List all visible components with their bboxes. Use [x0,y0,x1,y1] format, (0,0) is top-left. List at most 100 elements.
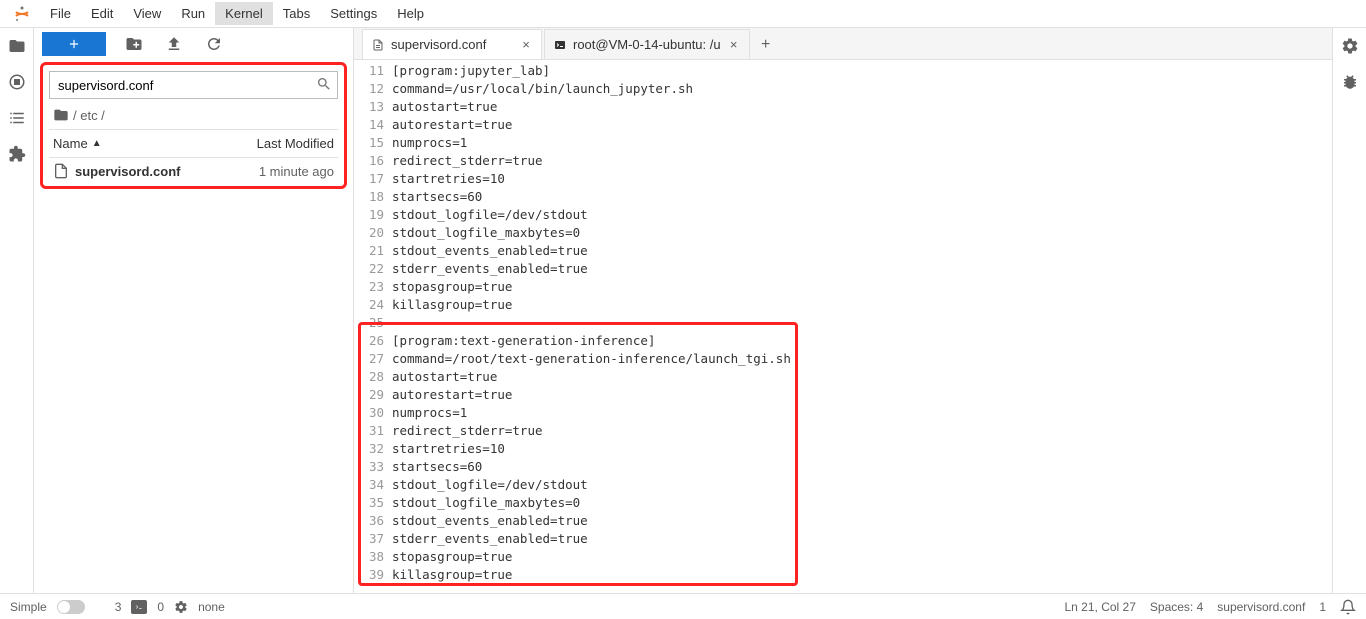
tab-label: root@VM-0-14-ubuntu: /u [573,37,721,52]
code-line[interactable]: 32startretries=10 [354,440,1332,458]
gear-icon[interactable] [174,600,188,614]
status-count-2[interactable]: 0 [157,600,164,614]
line-number: 36 [354,512,392,530]
bell-icon[interactable] [1340,599,1356,615]
line-number: 27 [354,350,392,368]
line-number: 23 [354,278,392,296]
code-line[interactable]: 12command=/usr/local/bin/launch_jupyter.… [354,80,1332,98]
header-modified-column[interactable]: Last Modified [218,130,338,157]
status-count-1[interactable]: 3 [115,600,122,614]
simple-mode-toggle[interactable] [57,600,85,614]
code-line[interactable]: 33startsecs=60 [354,458,1332,476]
menu-edit[interactable]: Edit [81,2,123,25]
filter-box [49,71,338,99]
kernel-status[interactable]: none [198,600,225,614]
tab-1[interactable]: root@VM-0-14-ubuntu: /u × [544,29,750,59]
spaces-indicator[interactable]: Spaces: 4 [1150,600,1203,614]
highlight-box-filebrowser: / etc / Name ▲ Last Modified supervisord… [40,62,347,189]
new-launcher-button[interactable] [42,32,106,56]
line-number: 38 [354,548,392,566]
code-line[interactable]: 16redirect_stderr=true [354,152,1332,170]
line-text: autostart=true [392,368,1332,386]
menu-kernel[interactable]: Kernel [215,2,273,25]
code-line[interactable]: 28autostart=true [354,368,1332,386]
cursor-position[interactable]: Ln 21, Col 27 [1065,600,1136,614]
simple-mode-label: Simple [10,600,47,614]
filename-status: supervisord.conf [1217,600,1305,614]
code-line[interactable]: 15numprocs=1 [354,134,1332,152]
code-line[interactable]: 38stopasgroup=true [354,548,1332,566]
code-line[interactable]: 37stderr_events_enabled=true [354,530,1332,548]
extensions-icon[interactable] [7,144,27,164]
code-line[interactable]: 17startretries=10 [354,170,1332,188]
terminal-badge-icon[interactable] [131,600,147,614]
line-number: 31 [354,422,392,440]
close-icon[interactable]: × [519,38,533,52]
line-text: [program:text-generation-inference] [392,332,1332,350]
terminal-icon [553,38,567,52]
menu-settings[interactable]: Settings [320,2,387,25]
code-line[interactable]: 27command=/root/text-generation-inferenc… [354,350,1332,368]
upload-icon[interactable] [162,32,186,56]
code-line[interactable]: 39killasgroup=true [354,566,1332,584]
code-line[interactable]: 23stopasgroup=true [354,278,1332,296]
tab-0[interactable]: supervisord.conf × [362,29,542,59]
line-text: stopasgroup=true [392,548,1332,566]
line-text: stdout_logfile_maxbytes=0 [392,224,1332,242]
code-line[interactable]: 30numprocs=1 [354,404,1332,422]
line-text: killasgroup=true [392,296,1332,314]
code-line[interactable]: 24killasgroup=true [354,296,1332,314]
line-text: stdout_events_enabled=true [392,512,1332,530]
menu-view[interactable]: View [123,2,171,25]
code-line[interactable]: 26[program:text-generation-inference] [354,332,1332,350]
line-text: stderr_events_enabled=true [392,260,1332,278]
code-line[interactable]: 22stderr_events_enabled=true [354,260,1332,278]
toc-icon[interactable] [7,108,27,128]
filter-input[interactable] [49,71,338,99]
line-number: 35 [354,494,392,512]
menu-bar: FileEditViewRunKernelTabsSettingsHelp [0,0,1366,28]
menu-tabs[interactable]: Tabs [273,2,320,25]
breadcrumb[interactable]: / etc / [49,99,338,129]
file-name: supervisord.conf [75,164,214,179]
refresh-icon[interactable] [202,32,226,56]
menu-run[interactable]: Run [171,2,215,25]
file-row[interactable]: supervisord.conf 1 minute ago [49,158,338,184]
code-line[interactable]: 19stdout_logfile=/dev/stdout [354,206,1332,224]
running-icon[interactable] [7,72,27,92]
property-inspector-icon[interactable] [1340,36,1360,56]
notification-count[interactable]: 1 [1319,600,1326,614]
code-line[interactable]: 21stdout_events_enabled=true [354,242,1332,260]
menu-help[interactable]: Help [387,2,434,25]
line-text [392,314,1332,332]
code-line[interactable]: 34stdout_logfile=/dev/stdout [354,476,1332,494]
folder-icon [53,107,69,123]
code-line[interactable]: 35stdout_logfile_maxbytes=0 [354,494,1332,512]
code-line[interactable]: 18startsecs=60 [354,188,1332,206]
code-line[interactable]: 31redirect_stderr=true [354,422,1332,440]
editor[interactable]: 11[program:jupyter_lab]12command=/usr/lo… [354,60,1332,593]
code-line[interactable]: 25 [354,314,1332,332]
code-line[interactable]: 14autorestart=true [354,116,1332,134]
folder-icon[interactable] [7,36,27,56]
code-line[interactable]: 11[program:jupyter_lab] [354,62,1332,80]
line-text: autorestart=true [392,116,1332,134]
line-text: startretries=10 [392,440,1332,458]
line-number: 30 [354,404,392,422]
line-number: 11 [354,62,392,80]
close-icon[interactable]: × [727,38,741,52]
code-line[interactable]: 13autostart=true [354,98,1332,116]
line-number: 34 [354,476,392,494]
line-number: 24 [354,296,392,314]
line-number: 33 [354,458,392,476]
code-line[interactable]: 36stdout_events_enabled=true [354,512,1332,530]
add-tab-button[interactable]: + [752,31,780,59]
new-folder-icon[interactable] [122,32,146,56]
debug-icon[interactable] [1340,72,1360,92]
code-line[interactable]: 20stdout_logfile_maxbytes=0 [354,224,1332,242]
code-line[interactable]: 29autorestart=true [354,386,1332,404]
line-number: 20 [354,224,392,242]
line-text: stopasgroup=true [392,278,1332,296]
menu-file[interactable]: File [40,2,81,25]
header-name-column[interactable]: Name ▲ [49,130,218,157]
